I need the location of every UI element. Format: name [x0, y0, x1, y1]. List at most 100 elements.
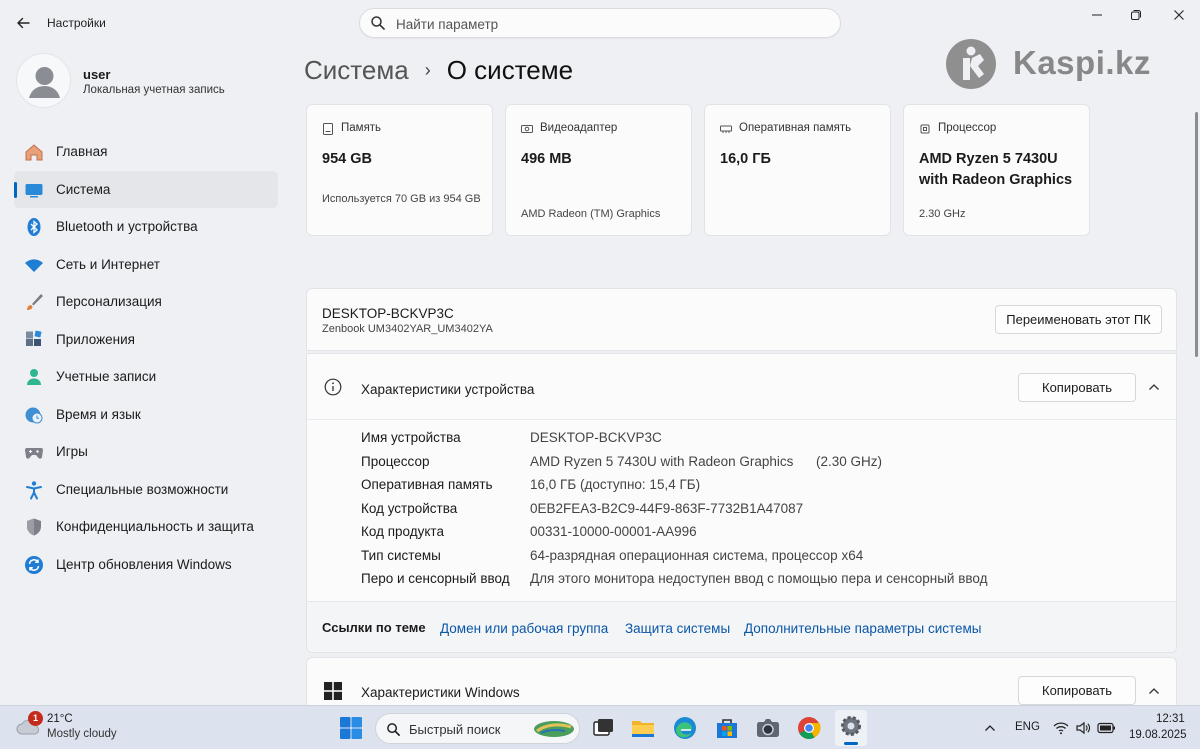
sidebar-item-home[interactable]: Главная [14, 133, 278, 171]
ram-icon [720, 125, 732, 133]
minimize-button[interactable] [1082, 6, 1112, 26]
clock-time[interactable]: 12:31 [1156, 713, 1185, 725]
sidebar-item-accounts[interactable]: Учетные записи [14, 358, 278, 396]
watermark-text: Kaspi.kz [1013, 44, 1151, 81]
close-button[interactable] [1164, 6, 1194, 26]
chevron-up-icon[interactable] [983, 721, 997, 735]
clock-date[interactable]: 19.08.2025 [1129, 729, 1187, 741]
spec-value: Для этого монитора недоступен ввод с пом… [530, 571, 988, 586]
restore-icon [1131, 10, 1141, 20]
settings-icon [841, 716, 861, 736]
sidebar-item-apps[interactable]: Приложения [14, 321, 278, 359]
language-indicator[interactable]: ENG [1015, 721, 1040, 733]
avatar[interactable] [16, 53, 71, 108]
taskbar: 1 21°C Mostly cloudy Быстрый поиск ENG 1… [0, 705, 1200, 749]
link-domain-workgroup[interactable]: Домен или рабочая группа [440, 621, 608, 636]
card-subtitle: AMD Radeon (TM) Graphics [521, 208, 661, 220]
sidebar-item-label: Приложения [56, 331, 135, 347]
sidebar-item-personalization[interactable]: Персонализация [14, 283, 278, 321]
scrollbar-thumb[interactable] [1195, 112, 1198, 357]
chevron-up-icon[interactable] [1146, 379, 1162, 395]
profile-name: user [83, 67, 111, 82]
wifi-icon[interactable] [1053, 720, 1069, 736]
card-storage[interactable]: Память 954 GB Используется 70 GB из 954 … [306, 104, 493, 236]
pc-name: DESKTOP-BCKVP3C [322, 306, 454, 321]
person-icon [27, 369, 41, 385]
sidebar-item-label: Bluetooth и устройства [56, 219, 198, 235]
card-value: 496 MB [521, 151, 572, 167]
sidebar-item-gaming[interactable]: Игры [14, 433, 278, 471]
device-specs-title: Характеристики устройства [361, 382, 535, 397]
back-button[interactable] [12, 12, 34, 34]
card-title: Оперативная память [739, 122, 852, 134]
bluetooth-icon [27, 218, 41, 236]
pc-model: Zenbook UM3402YAR_UM3402YA [322, 323, 493, 335]
chevron-up-icon[interactable] [1146, 683, 1162, 699]
page-title: О системе [446, 55, 574, 85]
sidebar-item-label: Персонализация [56, 294, 162, 310]
weather-temperature: 21°C [47, 713, 73, 725]
task-view-icon[interactable] [589, 714, 617, 742]
sidebar-item-label: Конфиденциальность и защита [56, 519, 254, 535]
restore-button[interactable] [1121, 6, 1151, 26]
spec-value-extra: (2.30 GHz) [816, 453, 883, 469]
sidebar-item-label: Время и язык [56, 406, 141, 422]
volume-icon[interactable] [1075, 720, 1091, 736]
breadcrumb-parent[interactable]: Система [304, 55, 409, 86]
copy-device-specs-button[interactable]: Копировать [1018, 373, 1136, 402]
copy-windows-specs-button[interactable]: Копировать [1018, 676, 1136, 705]
info-icon [324, 378, 342, 396]
pc-name-card: DESKTOP-BCKVP3C Zenbook UM3402YAR_UM3402… [306, 288, 1177, 351]
link-system-protection[interactable]: Защита системы [625, 621, 730, 636]
related-links: Ссылки по теме Домен или рабочая группа … [307, 601, 1176, 652]
kaspi-watermark: Kaspi.kz [945, 38, 1175, 90]
search-input[interactable] [396, 14, 816, 34]
sidebar-item-label: Главная [56, 144, 108, 160]
sidebar-item-network[interactable]: Сеть и Интернет [14, 246, 278, 284]
spec-value: 0EB2FEA3-B2C9-44F9-863F-7732B1A47087 [530, 500, 804, 516]
spec-value: 16,0 ГБ (доступно: 15,4 ГБ) [530, 477, 701, 492]
battery-icon[interactable] [1097, 721, 1116, 735]
shield-icon [27, 518, 41, 536]
sidebar-item-label: Игры [56, 444, 88, 460]
accessibility-icon [26, 480, 42, 499]
camera-icon[interactable] [754, 714, 782, 742]
rename-pc-button[interactable]: Переименовать этот ПК [995, 305, 1162, 334]
sidebar-item-label: Учетные записи [56, 369, 157, 385]
card-ram[interactable]: Оперативная память 16,0 ГБ [704, 104, 891, 236]
settings-search[interactable] [359, 8, 841, 38]
user-avatar-icon [29, 67, 60, 98]
card-title: Видеоадаптер [540, 122, 618, 134]
sidebar-nav: Главная Система Bluetooth и устройства С… [14, 133, 278, 583]
sidebar-item-windows-update[interactable]: Центр обновления Windows [14, 546, 278, 584]
update-icon [25, 555, 43, 574]
sidebar-item-time-language[interactable]: Время и язык [14, 396, 278, 434]
file-explorer-icon[interactable] [629, 714, 657, 742]
sidebar-item-system[interactable]: Система [14, 170, 278, 208]
close-icon [1174, 10, 1184, 20]
start-icon[interactable] [337, 714, 365, 742]
store-icon[interactable] [713, 714, 741, 742]
spec-key: Процессор [361, 453, 430, 469]
profile-account-type: Локальная учетная запись [83, 84, 225, 96]
spec-value: 64-разрядная операционная система, проце… [530, 547, 864, 563]
storage-icon [323, 123, 333, 135]
chrome-icon[interactable] [795, 714, 823, 742]
card-gpu[interactable]: Видеоадаптер 496 MB AMD Radeon (TM) Grap… [505, 104, 692, 236]
sidebar-item-privacy[interactable]: Конфиденциальность и защита [14, 508, 278, 546]
sidebar-item-bluetooth[interactable]: Bluetooth и устройства [14, 208, 278, 246]
taskbar-search[interactable]: Быстрый поиск [375, 713, 580, 744]
sidebar-item-label: Сеть и Интернет [56, 256, 160, 272]
edge-icon[interactable] [671, 714, 699, 742]
notification-badge: 1 [28, 711, 43, 726]
link-advanced-system-settings[interactable]: Дополнительные параметры системы [744, 621, 982, 636]
taskbar-settings-button[interactable] [835, 710, 867, 746]
brush-icon [27, 294, 43, 310]
card-cpu[interactable]: Процессор AMD Ryzen 5 7430U with Radeon … [903, 104, 1090, 236]
windows-specs-title: Характеристики Windows [361, 685, 520, 700]
device-specs-header[interactable]: Характеристики устройства Копировать [307, 354, 1176, 420]
sidebar-item-accessibility[interactable]: Специальные возможности [14, 471, 278, 509]
windows-specs-section[interactable]: Характеристики Windows Копировать [306, 657, 1177, 707]
spec-key: Тип системы [361, 547, 441, 563]
windows-logo-icon [324, 682, 342, 700]
